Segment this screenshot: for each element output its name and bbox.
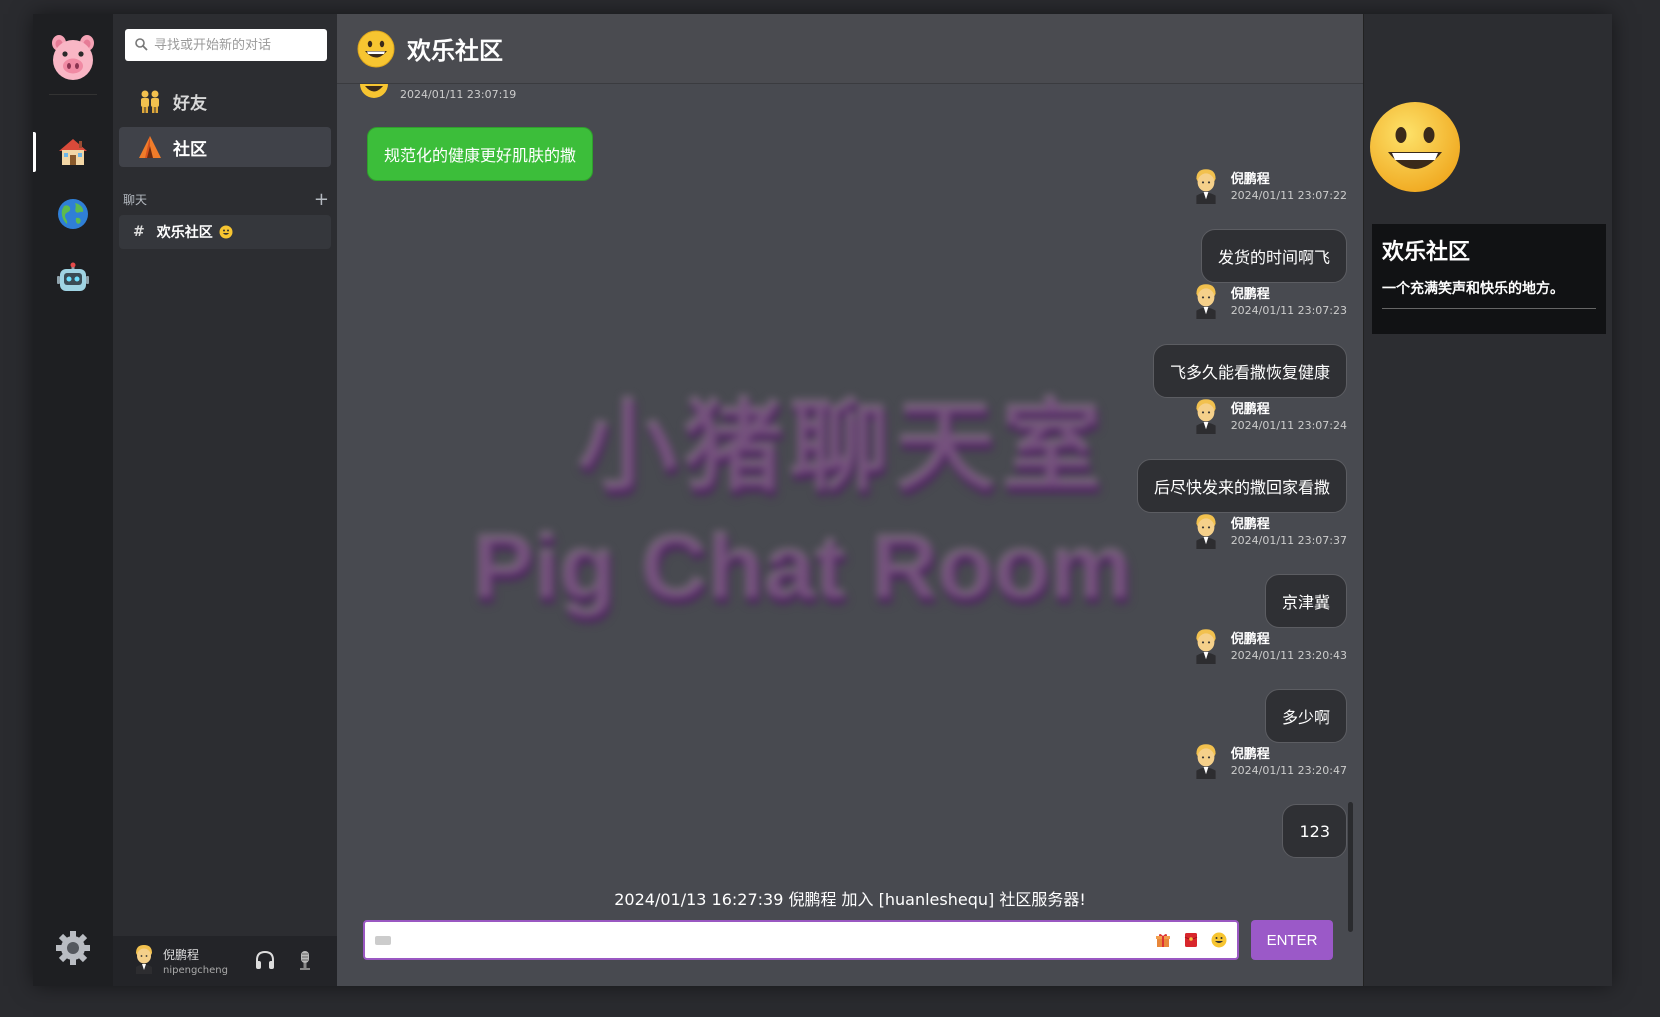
message-bubble-sent: 123 (1282, 804, 1347, 858)
nav-community-label: 社区 (173, 139, 207, 160)
message-time: 2024/01/11 23:07:23 (1230, 304, 1347, 317)
nav-friends-label: 好友 (173, 93, 207, 114)
hash-icon: # (133, 224, 145, 240)
server-rail (33, 14, 113, 986)
message-time: 2024/01/11 23:07:24 (1230, 419, 1347, 432)
message-header: 倪鹏程 2024/01/11 23:07:22 (1191, 168, 1347, 204)
page-title: 欢乐社区 (407, 37, 503, 65)
community-card: 欢乐社区 一个充满笑声和快乐的地方。 (1372, 224, 1606, 334)
user-name: 倪鹏程 (163, 948, 200, 962)
gear-icon[interactable] (53, 928, 93, 968)
chat-section-header: 聊天 + (123, 190, 329, 208)
channel-name: 欢乐社区 (156, 225, 213, 241)
community-info-panel: 欢乐社区 一个充满笑声和快乐的地方。 (1363, 14, 1612, 986)
message-time: 2024/01/11 23:07:37 (1230, 534, 1347, 547)
message-header: 倪鹏程 2024/01/11 23:20:47 (1191, 743, 1347, 779)
message-time: 2024/01/11 23:20:47 (1230, 764, 1347, 777)
channel-item-huanleshequ[interactable]: # 欢乐社区 (119, 215, 331, 249)
nav-friends[interactable]: 好友 (119, 81, 331, 121)
message-bubble-sent: 多少啊 (1264, 689, 1347, 743)
friends-icon (137, 88, 163, 114)
home-icon[interactable] (33, 132, 93, 172)
user-avatar-icon[interactable] (1191, 168, 1221, 204)
message-time: 2024/01/11 23:07:19 (400, 88, 517, 101)
user-avatar-icon[interactable] (1191, 398, 1221, 434)
smile-emoji-icon (219, 225, 233, 239)
user-avatar-icon[interactable] (133, 944, 155, 978)
smile-emoji-icon (359, 84, 389, 98)
community-tent-icon (137, 134, 163, 160)
message-list: 2024/01/11 23:07:19 规范化的健康更好肌肤的撒 倪鹏程 2024… (337, 84, 1363, 944)
keyboard-icon (375, 936, 391, 945)
message-header: 倪鹏程 2024/01/11 23:07:24 (1191, 398, 1347, 434)
message-header: 倪鹏程 2024/01/11 23:07:23 (1191, 283, 1347, 319)
user-avatar-icon[interactable] (1191, 513, 1221, 549)
search-icon (135, 36, 148, 55)
red-envelope-icon[interactable] (1181, 930, 1201, 950)
community-title: 欢乐社区 (1382, 240, 1471, 265)
sender-name: 倪鹏程 (1230, 287, 1270, 302)
user-avatar-icon[interactable] (1191, 628, 1221, 664)
channel-sidebar: 好友 社区 聊天 + # 欢乐社区 (113, 14, 337, 986)
message-bubble-sent: 发货的时间啊飞 (1200, 229, 1347, 283)
message-time: 2024/01/11 23:07:22 (1230, 189, 1347, 202)
globe-icon[interactable] (53, 194, 93, 234)
plus-icon[interactable]: + (314, 190, 329, 208)
robot-icon[interactable] (53, 259, 93, 299)
sender-name: 倪鹏程 (1230, 517, 1270, 532)
pig-logo-icon[interactable] (47, 32, 99, 84)
user-panel: 倪鹏程 nipengcheng (113, 936, 337, 986)
sender-name: 倪鹏程 (1230, 172, 1270, 187)
user-avatar-icon[interactable] (1191, 743, 1221, 779)
emoji-picker-icon[interactable] (1209, 930, 1229, 950)
app-window: 好友 社区 聊天 + # 欢乐社区 (33, 14, 1612, 986)
search-input[interactable] (154, 37, 324, 53)
nav-community[interactable]: 社区 (119, 127, 331, 167)
enter-button[interactable]: ENTER (1251, 920, 1333, 960)
message-time: 2024/01/11 23:20:43 (1230, 649, 1347, 662)
message-bubble-sent: 京津冀 (1264, 574, 1347, 628)
message-bubble-sent: 飞多久能看撒恢复健康 (1152, 344, 1347, 398)
user-id: nipengcheng (163, 965, 228, 976)
user-avatar-icon[interactable] (1191, 283, 1221, 319)
smile-emoji-icon (357, 30, 395, 68)
smile-emoji-icon (1368, 100, 1462, 194)
chat-main: 欢乐社区 小猪聊天室 Pig Chat Room 2024/01/11 23:0… (337, 14, 1363, 986)
search-box[interactable] (125, 29, 327, 61)
sender-name: 倪鹏程 (1230, 747, 1270, 762)
message-scrollbar[interactable] (1348, 802, 1353, 932)
message-composer[interactable] (363, 920, 1239, 960)
chat-section-title: 聊天 (123, 193, 148, 207)
sender-name: 倪鹏程 (1230, 402, 1270, 417)
microphone-icon[interactable] (293, 948, 317, 972)
message-bubble-received: 规范化的健康更好肌肤的撒 (367, 127, 594, 181)
message-bubble-sent: 后尽快发来的撒回家看撒 (1136, 459, 1347, 513)
system-message: 2024/01/13 16:27:39 倪鹏程 加入 [huanleshequ]… (614, 890, 1086, 909)
message-header: 倪鹏程 2024/01/11 23:20:43 (1191, 628, 1347, 664)
message-input[interactable] (395, 932, 1153, 948)
gift-icon[interactable] (1153, 930, 1173, 950)
chat-header: 欢乐社区 (337, 14, 1363, 84)
community-description: 一个充满笑声和快乐的地方。 (1382, 278, 1596, 309)
rail-divider (49, 94, 97, 95)
headphones-icon[interactable] (253, 948, 277, 972)
sender-name: 倪鹏程 (1230, 632, 1270, 647)
message-header: 倪鹏程 2024/01/11 23:07:37 (1191, 513, 1347, 549)
